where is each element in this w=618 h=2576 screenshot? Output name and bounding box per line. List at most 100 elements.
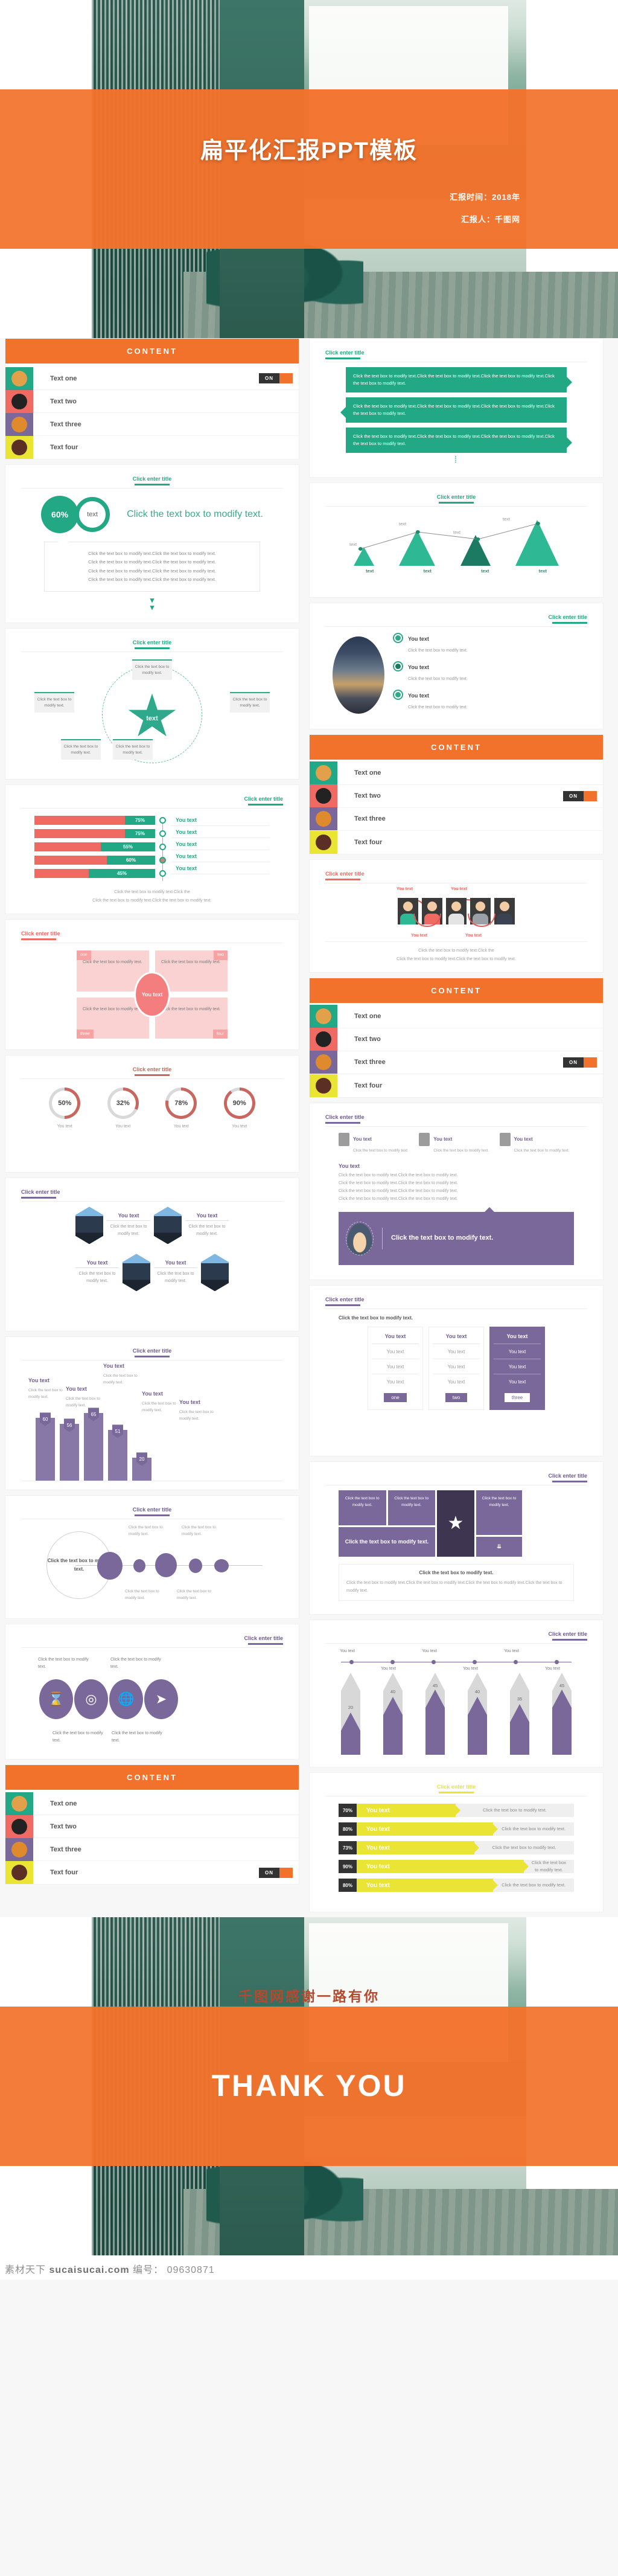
bar-row: 55% xyxy=(34,842,155,852)
slide-title: Click enter title xyxy=(21,1502,283,1519)
bullet-item: You text Click the text box to modify tex… xyxy=(393,632,580,655)
slide-star-diagram: Click enter title text Click the text bo… xyxy=(5,628,299,780)
on-toggle[interactable]: ON xyxy=(259,373,293,383)
bar-row: 73% You text Click the text box to modif… xyxy=(339,1841,574,1855)
title-underline xyxy=(248,804,283,806)
axis-tick: text xyxy=(538,568,547,574)
slide-title: Click enter title xyxy=(325,866,587,883)
pricing-card[interactable]: You text You text You text You text one xyxy=(368,1326,423,1410)
content-row[interactable]: Text three ON xyxy=(310,1051,603,1074)
card-row: You text xyxy=(433,1359,480,1374)
bar-annotations: You text Click the text box to modify tex… xyxy=(21,1360,283,1420)
content-row[interactable]: Text four xyxy=(5,436,299,459)
speech-bubble: Click the text box to modify text.Click … xyxy=(346,428,572,453)
trio-title: You text xyxy=(514,1136,533,1142)
content-row[interactable]: Text two ON xyxy=(310,784,603,808)
globe-icon[interactable]: 🌐 xyxy=(109,1679,143,1720)
people-flow-diagram: You text You text You text You text xyxy=(325,883,587,941)
callout-line: Click the text box to modify text.Click … xyxy=(88,568,216,574)
donut-value: 50% xyxy=(52,1091,78,1117)
quad-center-label: You text xyxy=(134,972,170,1018)
trio-title: You text xyxy=(433,1136,453,1142)
handshake-icon xyxy=(346,1221,374,1255)
content-row[interactable]: Text one xyxy=(310,1005,603,1028)
card-button[interactable]: two xyxy=(445,1392,468,1402)
star-box: Click the text box to modify text. xyxy=(34,692,74,713)
collage-tile[interactable]: Click the text box to modify text. xyxy=(476,1490,522,1535)
title-underline xyxy=(325,878,360,880)
content-row-label: Text one xyxy=(354,1013,381,1020)
library-floor xyxy=(183,272,618,338)
bar-caption-title: You text xyxy=(103,1363,124,1370)
bar-value: 51 xyxy=(112,1424,123,1438)
currency-exchange-icon xyxy=(310,784,337,807)
bar-value: 40 xyxy=(390,1689,396,1695)
bar-row: 80% You text Click the text box to modif… xyxy=(339,1879,574,1892)
slide-title: Click enter title xyxy=(325,609,587,626)
on-toggle[interactable]: ON xyxy=(563,1057,597,1068)
title-underline xyxy=(135,484,170,485)
card-button[interactable]: three xyxy=(504,1392,530,1402)
target-icon[interactable]: ◎ xyxy=(74,1679,108,1720)
hex-row: You text Click the text box to modify tex… xyxy=(21,1202,283,1249)
coffee-cup-icon xyxy=(5,1792,33,1815)
card-row: You text xyxy=(494,1359,541,1374)
paper-plane-icon[interactable]: ➤ xyxy=(144,1679,178,1720)
chevron-down-double-icon[interactable]: ⇊ xyxy=(476,1536,522,1557)
speech-bubble: Click the text box to modify text.Click … xyxy=(346,367,572,392)
bar-caption: Click the text box to modify text. xyxy=(66,1396,100,1408)
collage-tile[interactable]: Click the text box to modify text. xyxy=(339,1490,386,1525)
at-globe-icon xyxy=(5,412,33,436)
content-row[interactable]: Text two xyxy=(5,1815,299,1839)
content-row[interactable]: Text three xyxy=(5,1837,299,1862)
timeline-label: Click the text box to modify text. xyxy=(129,1525,163,1537)
quad-tag: one xyxy=(77,950,91,960)
content-row[interactable]: Text four xyxy=(310,830,603,854)
bar-caption: Click the text box to modify text. xyxy=(142,1401,176,1412)
card-button[interactable]: one xyxy=(384,1392,407,1402)
slide-title-text: Click enter title xyxy=(132,639,172,646)
on-toggle-label: ON xyxy=(563,1057,584,1068)
card-header: You text xyxy=(494,1333,541,1344)
bar-caption: Click the text box to modify text. xyxy=(179,1409,214,1421)
slide-hex-photos: Click enter title You text Click the text… xyxy=(5,1177,299,1332)
watermark-site: sucaisucai.com xyxy=(49,2265,130,2276)
bar-label: You text xyxy=(171,852,270,863)
collage-tile[interactable]: Click the text box to modify text. xyxy=(387,1490,435,1525)
content-row[interactable]: Text four ON xyxy=(5,1861,299,1885)
cover-reporter: 汇报人：千图网 xyxy=(460,215,520,224)
content-row[interactable]: Text one xyxy=(5,1792,299,1816)
on-toggle[interactable]: ON xyxy=(259,1867,293,1878)
icon-caption: Click the text box to modify text. xyxy=(53,1731,103,1743)
donut-ring: 90% You text xyxy=(223,1088,255,1129)
trend-line xyxy=(358,521,540,551)
on-toggle-switch xyxy=(584,790,597,801)
card-row: You text xyxy=(372,1344,419,1359)
coffee-cup-icon xyxy=(310,1005,337,1028)
bar-note: Click the text box to modify text. xyxy=(502,1882,566,1888)
title-underline xyxy=(552,1639,587,1641)
content-row[interactable]: Text four xyxy=(310,1074,603,1097)
content-row[interactable]: Text one xyxy=(310,761,603,785)
hourglass-icon[interactable]: ⌛ xyxy=(39,1679,73,1720)
chevron-down-double-icon[interactable]: ▾ ▾ xyxy=(21,596,283,611)
card-header: You text xyxy=(433,1333,480,1344)
content-row[interactable]: Text two xyxy=(310,1028,603,1051)
slide-title: Click enter title xyxy=(21,791,283,808)
content-row[interactable]: Text two xyxy=(5,389,299,413)
slide-body-line: Click the text box to modify text.Click … xyxy=(397,956,516,961)
on-toggle[interactable]: ON xyxy=(563,790,597,801)
slide-pricing-cards: Click enter title Click the text box to … xyxy=(309,1284,604,1456)
collage-tile-large[interactable]: Click the text box to modify text. xyxy=(339,1527,435,1557)
body-line: Click the text box to modify text.Click … xyxy=(339,1181,458,1185)
content-row[interactable]: Text three xyxy=(310,807,603,831)
slide-title-text: Click enter title xyxy=(132,1507,172,1513)
pricing-card[interactable]: You text You text You text You text thre… xyxy=(489,1326,545,1410)
content-row[interactable]: Text three xyxy=(5,412,299,436)
card-row: You text xyxy=(433,1344,480,1359)
axis-label: You text xyxy=(340,1649,355,1654)
content-row[interactable]: Text one ON xyxy=(5,367,299,390)
axis-label: You text xyxy=(381,1667,397,1671)
quad-tag: four xyxy=(212,1030,228,1039)
pricing-card[interactable]: You text You text You text You text two xyxy=(428,1326,484,1410)
